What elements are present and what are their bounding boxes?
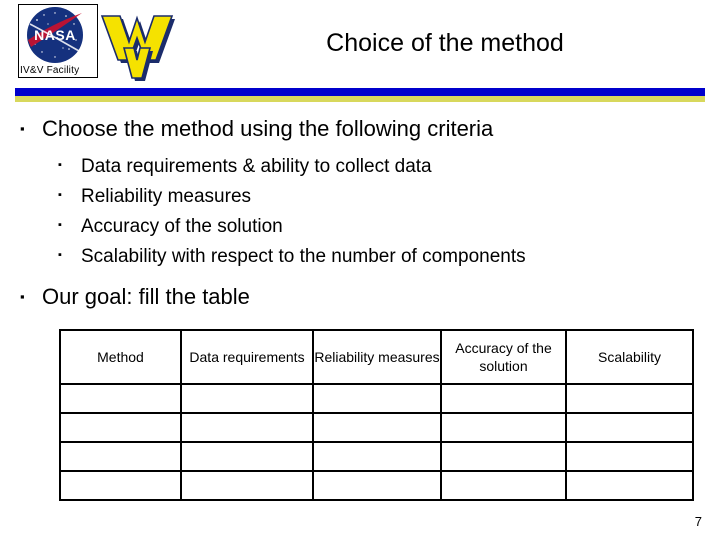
square-bullet-icon: ▪ — [58, 189, 62, 201]
divider-bar-blue — [15, 88, 705, 96]
list-item: ▪ Scalability with respect to the number… — [58, 242, 698, 271]
table-cell[interactable] — [180, 441, 314, 472]
square-bullet-icon: ▪ — [20, 289, 25, 304]
page-title: Choice of the method — [326, 29, 564, 57]
table-cell[interactable] — [440, 470, 567, 501]
nasa-logo-block: NASA IV&V Facility — [18, 2, 98, 78]
list-item: ▪ Data requirements & ability to collect… — [58, 152, 698, 181]
bullet-goal: ▪ Our goal: fill the table — [20, 282, 700, 312]
criteria-item-label: Scalability with respect to the number o… — [81, 246, 526, 267]
square-bullet-icon: ▪ — [58, 249, 62, 261]
column-header-scalability: Scalability — [565, 329, 694, 385]
table-cell[interactable] — [565, 470, 694, 501]
table-cell[interactable] — [59, 412, 182, 443]
criteria-item-label: Accuracy of the solution — [81, 216, 283, 237]
divider-bar-gold — [15, 96, 705, 102]
table-cell[interactable] — [180, 412, 314, 443]
column-header-reliability-measures: Reliability measures — [312, 329, 442, 385]
criteria-item-label: Reliability measures — [81, 186, 252, 207]
bullet-goal-label: Our goal: fill the table — [42, 284, 250, 309]
bullet-criteria: ▪ Choose the method using the following … — [20, 114, 700, 144]
table-cell[interactable] — [180, 383, 314, 414]
table-cell[interactable] — [440, 383, 567, 414]
table-cell[interactable] — [565, 383, 694, 414]
list-item: ▪ Reliability measures — [58, 182, 698, 211]
table-cell[interactable] — [180, 470, 314, 501]
table-cell[interactable] — [565, 412, 694, 443]
table-cell[interactable] — [440, 412, 567, 443]
list-item: ▪ Accuracy of the solution — [58, 212, 698, 241]
table-header-row: Method Data requirements Reliability mea… — [59, 329, 694, 385]
wvu-flying-wv-icon — [96, 4, 178, 82]
square-bullet-icon: ▪ — [20, 121, 25, 136]
table-cell[interactable] — [565, 441, 694, 472]
table-cell[interactable] — [312, 383, 442, 414]
page-number: 7 — [694, 514, 702, 529]
column-header-accuracy: Accuracy of the solution — [440, 329, 567, 385]
table-cell[interactable] — [59, 441, 182, 472]
table-cell[interactable] — [440, 441, 567, 472]
svg-text:NASA: NASA — [34, 27, 76, 43]
table-cell[interactable] — [59, 383, 182, 414]
square-bullet-icon: ▪ — [58, 219, 62, 231]
column-header-method: Method — [59, 329, 182, 385]
table-row — [59, 470, 694, 501]
method-comparison-table: Method Data requirements Reliability mea… — [59, 329, 694, 501]
square-bullet-icon: ▪ — [58, 159, 62, 171]
criteria-list: ▪ Data requirements & ability to collect… — [58, 152, 698, 272]
bullet-criteria-label: Choose the method using the following cr… — [42, 116, 494, 141]
table-row — [59, 383, 694, 414]
criteria-item-label: Data requirements & ability to collect d… — [81, 156, 432, 177]
table-cell[interactable] — [312, 441, 442, 472]
nasa-meatball-icon: NASA — [22, 4, 88, 66]
column-header-data-requirements: Data requirements — [180, 329, 314, 385]
table-cell[interactable] — [312, 470, 442, 501]
slide-header: NASA IV&V Facility Choice of the method — [0, 0, 720, 88]
table-row — [59, 412, 694, 443]
ivv-facility-label: IV&V Facility — [18, 65, 98, 78]
table-row — [59, 441, 694, 472]
table-cell[interactable] — [312, 412, 442, 443]
header-divider — [15, 88, 705, 102]
table-cell[interactable] — [59, 470, 182, 501]
